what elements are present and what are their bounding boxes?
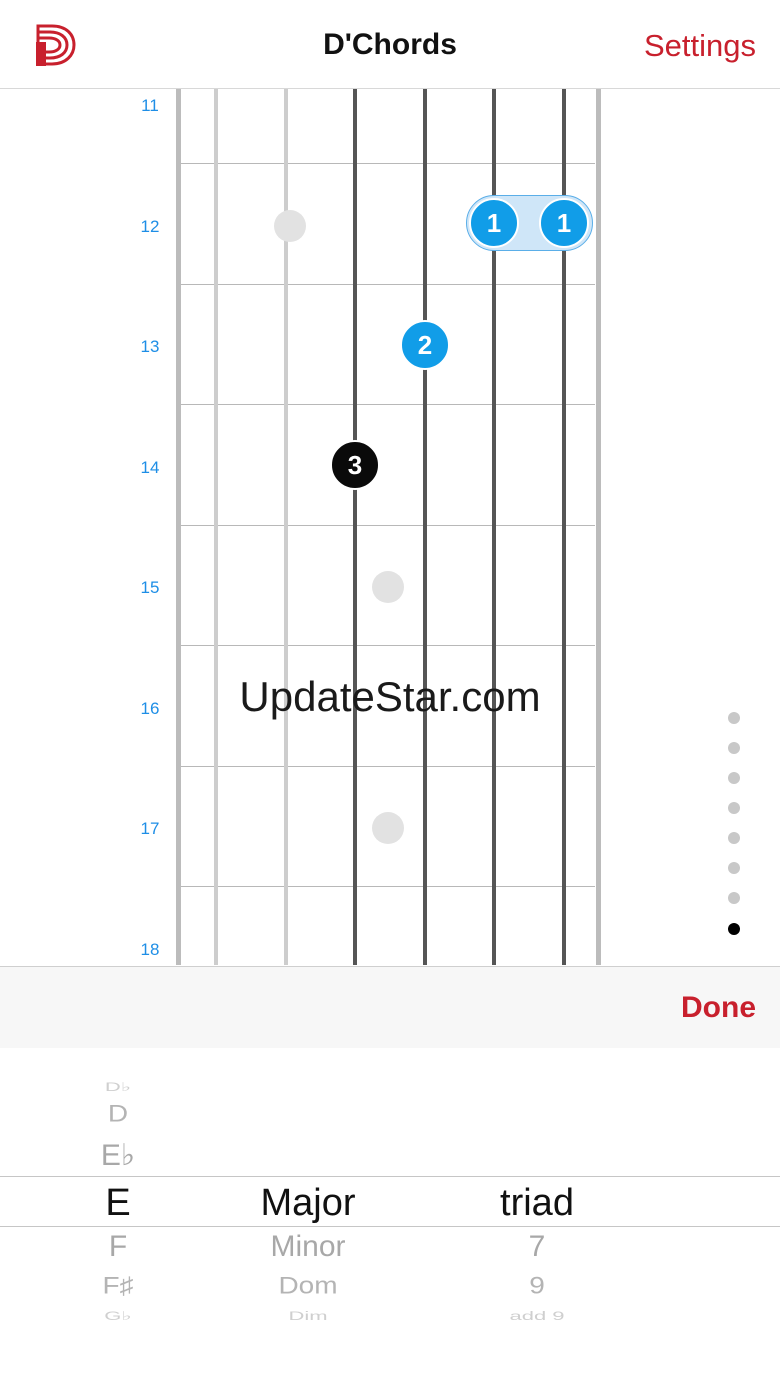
picker-item[interactable]: 7 (417, 1230, 657, 1264)
chord-picker[interactable]: D♭ D E♭ E F F♯ G♭ Major Minor Dom Dim tr… (0, 1048, 780, 1387)
fret-inlay-marker (372, 571, 404, 603)
page-dot (728, 742, 740, 754)
picker-item[interactable]: D (48, 1100, 188, 1127)
fretboard-edge-left (176, 89, 181, 965)
picker-item-selected[interactable]: E (48, 1182, 188, 1225)
fret-line (181, 163, 595, 164)
picker-item-selected[interactable]: Major (188, 1182, 428, 1225)
picker-item[interactable]: Dom (188, 1272, 428, 1299)
picker-item[interactable]: G♭ (48, 1309, 188, 1323)
fret-number: 18 (140, 940, 160, 959)
picker-toolbar: Done (0, 966, 780, 1049)
picker-column-extension[interactable]: triad 7 9 add 9 (417, 1048, 657, 1387)
fret-number: 17 (140, 819, 160, 838)
picker-item[interactable]: Minor (188, 1230, 428, 1264)
fret-line (181, 766, 595, 767)
finger-dot[interactable]: 1 (469, 198, 519, 248)
page-dot (728, 802, 740, 814)
picker-item[interactable]: D♭ (48, 1080, 188, 1094)
fret-line (181, 645, 595, 646)
page-dot (728, 712, 740, 724)
string-1 (214, 89, 218, 965)
picker-column-quality[interactable]: Major Minor Dom Dim (188, 1048, 428, 1387)
fret-line (181, 404, 595, 405)
page-dot (728, 772, 740, 784)
picker-item[interactable]: F (48, 1230, 188, 1264)
finger-dot[interactable]: 2 (400, 320, 450, 370)
picker-item-selected[interactable]: triad (417, 1182, 657, 1225)
fret-line (181, 525, 595, 526)
picker-item[interactable]: F♯ (48, 1272, 188, 1299)
fret-number: 12 (140, 217, 160, 236)
fretboard[interactable]: 11 12 13 14 15 16 17 18 1 1 2 3 UpdateSt… (0, 89, 780, 965)
settings-button[interactable]: Settings (644, 28, 756, 64)
watermark-text: UpdateStar.com (239, 673, 541, 720)
string-4 (423, 89, 427, 965)
fret-line (181, 284, 595, 285)
done-button[interactable]: Done (681, 991, 756, 1025)
page-dot-active (728, 923, 740, 935)
page-dot (728, 862, 740, 874)
picker-item[interactable]: add 9 (417, 1309, 657, 1323)
finger-dot[interactable]: 1 (539, 198, 589, 248)
picker-item[interactable]: E♭ (48, 1138, 188, 1173)
fret-number: 15 (140, 578, 160, 597)
fret-inlay-marker (372, 812, 404, 844)
picker-item[interactable]: Dim (188, 1309, 428, 1323)
fret-inlay-marker (274, 210, 306, 242)
string-3 (353, 89, 357, 965)
picker-item[interactable]: 9 (417, 1272, 657, 1299)
fret-line (181, 886, 595, 887)
fret-number: 11 (141, 96, 159, 115)
fret-number: 13 (140, 337, 160, 356)
finger-dot[interactable]: 3 (330, 440, 380, 490)
navigation-bar: D'Chords Settings (0, 0, 780, 89)
page-dot (728, 832, 740, 844)
page-dot (728, 892, 740, 904)
fret-number: 14 (140, 458, 160, 477)
fretboard-edge-right (596, 89, 601, 965)
